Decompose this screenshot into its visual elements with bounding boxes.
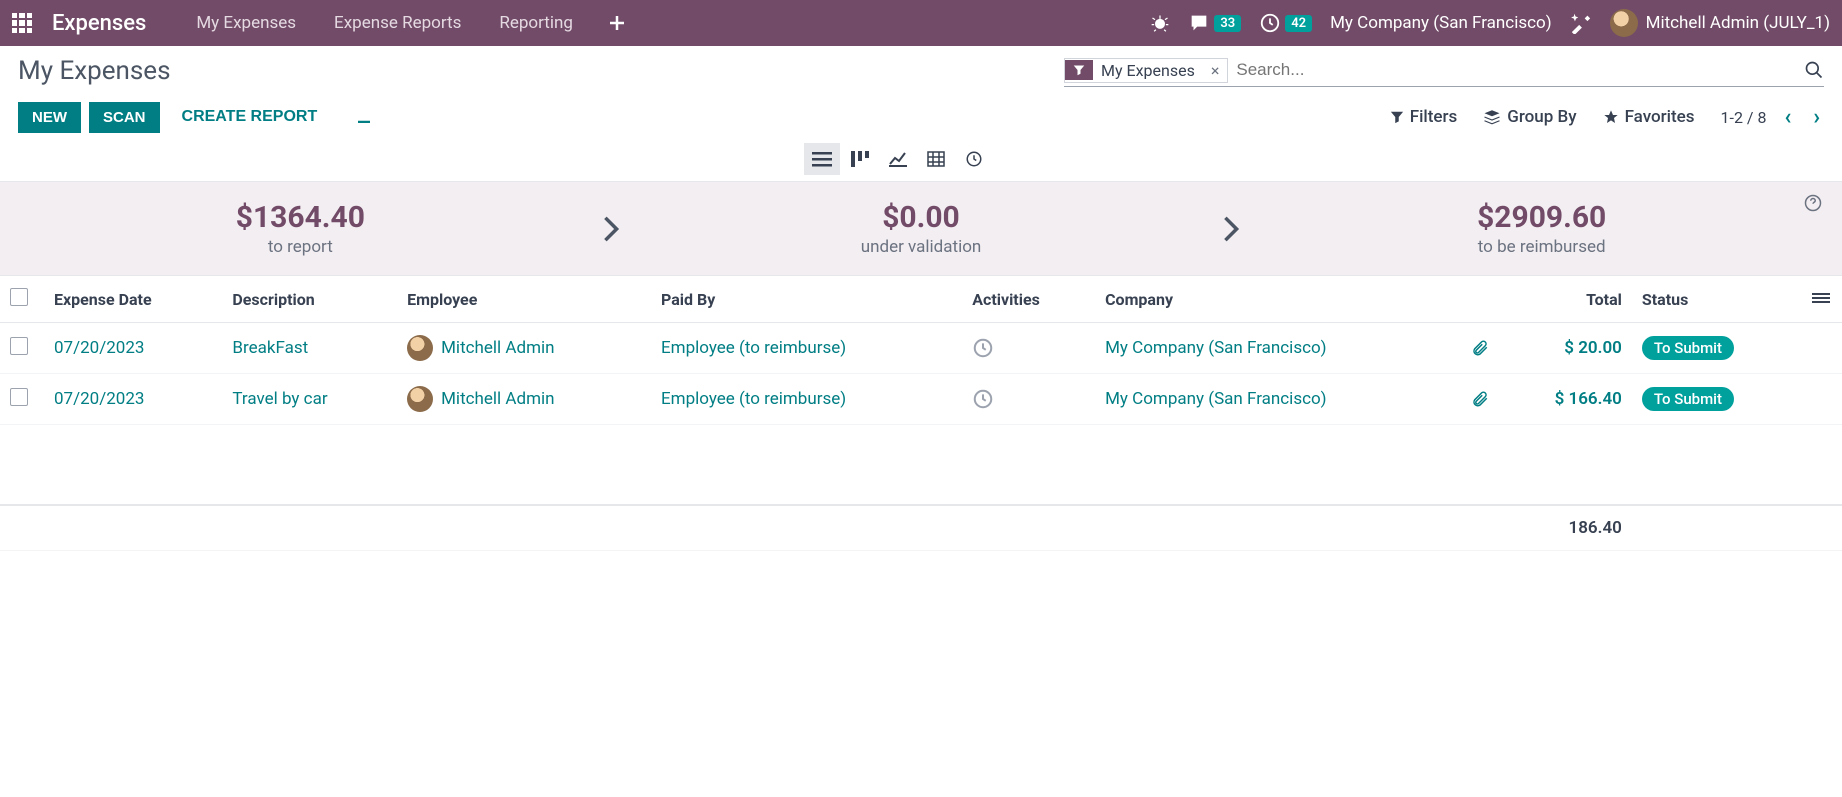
topbar: Expenses My Expenses Expense Reports Rep…	[0, 0, 1842, 46]
nav-expense-reports[interactable]: Expense Reports	[318, 3, 477, 43]
dash-amount-validation: $0.00	[641, 200, 1202, 235]
col-employee[interactable]: Employee	[397, 276, 651, 323]
col-description[interactable]: Description	[222, 276, 397, 323]
view-graph-icon[interactable]	[880, 143, 916, 175]
download-icon[interactable]	[355, 108, 373, 126]
chevron-right-icon	[1201, 200, 1261, 257]
dash-amount-reimburse: $2909.60	[1261, 200, 1822, 235]
table-row[interactable]: 07/20/2023 BreakFast Mitchell Admin Empl…	[0, 323, 1842, 374]
cell-paid-by[interactable]: Employee (to reimburse)	[661, 389, 846, 409]
row-checkbox[interactable]	[10, 337, 28, 355]
user-name: Mitchell Admin (JULY_1)	[1646, 13, 1830, 33]
view-pivot-icon[interactable]	[918, 143, 954, 175]
bug-icon[interactable]	[1150, 13, 1170, 33]
total-row: 186.40	[0, 505, 1842, 551]
activities-icon[interactable]: 42	[1259, 12, 1312, 34]
col-expense-date[interactable]: Expense Date	[44, 276, 222, 323]
col-activities[interactable]: Activities	[962, 276, 1095, 323]
nav-my-expenses[interactable]: My Expenses	[180, 3, 312, 43]
cell-employee[interactable]: Mitchell Admin	[441, 338, 554, 358]
cell-company[interactable]: My Company (San Francisco)	[1105, 338, 1327, 358]
view-activity-icon[interactable]	[956, 143, 992, 175]
new-button[interactable]: NEW	[18, 102, 81, 133]
favorites-button[interactable]: Favorites	[1603, 107, 1695, 127]
cell-date[interactable]: 07/20/2023	[54, 389, 144, 409]
chip-remove[interactable]: ×	[1203, 59, 1228, 82]
col-company[interactable]: Company	[1095, 276, 1461, 323]
status-badge: To Submit	[1642, 387, 1734, 411]
cell-description[interactable]: BreakFast	[232, 338, 308, 358]
avatar	[1610, 9, 1638, 37]
message-count: 33	[1214, 15, 1241, 32]
settings-icon[interactable]	[1570, 12, 1592, 34]
dashboard: $1364.40 to report $0.00 under validatio…	[0, 182, 1842, 276]
columns-settings-icon[interactable]	[1812, 290, 1830, 309]
expense-table: Expense Date Description Employee Paid B…	[0, 276, 1842, 551]
help-icon[interactable]	[1804, 194, 1822, 212]
attachment-icon[interactable]	[1471, 339, 1489, 357]
avatar	[407, 386, 433, 412]
chevron-right-icon	[581, 200, 641, 257]
group-by-button[interactable]: Group By	[1483, 107, 1576, 127]
view-kanban-icon[interactable]	[842, 143, 878, 175]
chip-label: My Expenses	[1093, 59, 1203, 82]
dash-label-validation: under validation	[641, 237, 1202, 257]
apps-icon[interactable]	[12, 13, 32, 33]
activity-clock-icon[interactable]	[972, 388, 1085, 410]
user-menu[interactable]: Mitchell Admin (JULY_1)	[1610, 9, 1830, 37]
pager-text[interactable]: 1-2 / 8	[1721, 108, 1767, 127]
nav-reporting[interactable]: Reporting	[483, 3, 589, 43]
plus-icon[interactable]	[595, 15, 639, 31]
activity-count: 42	[1285, 15, 1312, 32]
search-chip: My Expenses ×	[1064, 58, 1228, 83]
status-badge: To Submit	[1642, 336, 1734, 360]
spacer-row	[0, 425, 1842, 505]
cell-company[interactable]: My Company (San Francisco)	[1105, 389, 1327, 409]
company-selector[interactable]: My Company (San Francisco)	[1330, 13, 1552, 33]
search-input[interactable]	[1228, 56, 1804, 84]
create-report-button[interactable]: CREATE REPORT	[168, 101, 332, 133]
search-icon[interactable]	[1804, 60, 1824, 80]
control-panel: My Expenses My Expenses × NEW SCAN CREAT…	[0, 46, 1842, 182]
pager-prev[interactable]: ‹	[1780, 105, 1795, 130]
row-checkbox[interactable]	[10, 388, 28, 406]
group-by-label: Group By	[1507, 107, 1576, 127]
cell-paid-by[interactable]: Employee (to reimburse)	[661, 338, 846, 358]
filter-icon	[1065, 60, 1093, 80]
app-name[interactable]: Expenses	[52, 11, 146, 36]
activity-clock-icon[interactable]	[972, 337, 1085, 359]
col-total[interactable]: Total	[1499, 276, 1631, 323]
col-status[interactable]: Status	[1632, 276, 1802, 323]
table-row[interactable]: 07/20/2023 Travel by car Mitchell Admin …	[0, 374, 1842, 425]
cell-description[interactable]: Travel by car	[232, 389, 327, 409]
table-header-row: Expense Date Description Employee Paid B…	[0, 276, 1842, 323]
dash-label-to-report: to report	[20, 237, 581, 257]
cell-total: $ 166.40	[1555, 389, 1622, 409]
dash-amount-to-report: $1364.40	[20, 200, 581, 235]
pager-next[interactable]: ›	[1809, 105, 1824, 130]
search-bar[interactable]: My Expenses ×	[1064, 56, 1824, 87]
scan-button[interactable]: SCAN	[89, 102, 160, 133]
attachment-icon[interactable]	[1471, 390, 1489, 408]
filters-button[interactable]: Filters	[1390, 107, 1458, 127]
avatar	[407, 335, 433, 361]
dash-under-validation[interactable]: $0.00 under validation	[641, 200, 1202, 257]
page-title: My Expenses	[18, 56, 171, 86]
col-paid-by[interactable]: Paid By	[651, 276, 962, 323]
dash-label-reimburse: to be reimbursed	[1261, 237, 1822, 257]
footer-total: 186.40	[1499, 505, 1631, 551]
favorites-label: Favorites	[1625, 107, 1695, 127]
filters-label: Filters	[1410, 107, 1458, 127]
select-all-checkbox[interactable]	[10, 288, 28, 306]
cell-employee[interactable]: Mitchell Admin	[441, 389, 554, 409]
messages-icon[interactable]: 33	[1188, 12, 1241, 34]
dash-to-report[interactable]: $1364.40 to report	[20, 200, 581, 257]
cell-date[interactable]: 07/20/2023	[54, 338, 144, 358]
view-list-icon[interactable]	[804, 143, 840, 175]
cell-total: $ 20.00	[1564, 338, 1622, 358]
dash-to-reimburse[interactable]: $2909.60 to be reimbursed	[1261, 200, 1822, 257]
